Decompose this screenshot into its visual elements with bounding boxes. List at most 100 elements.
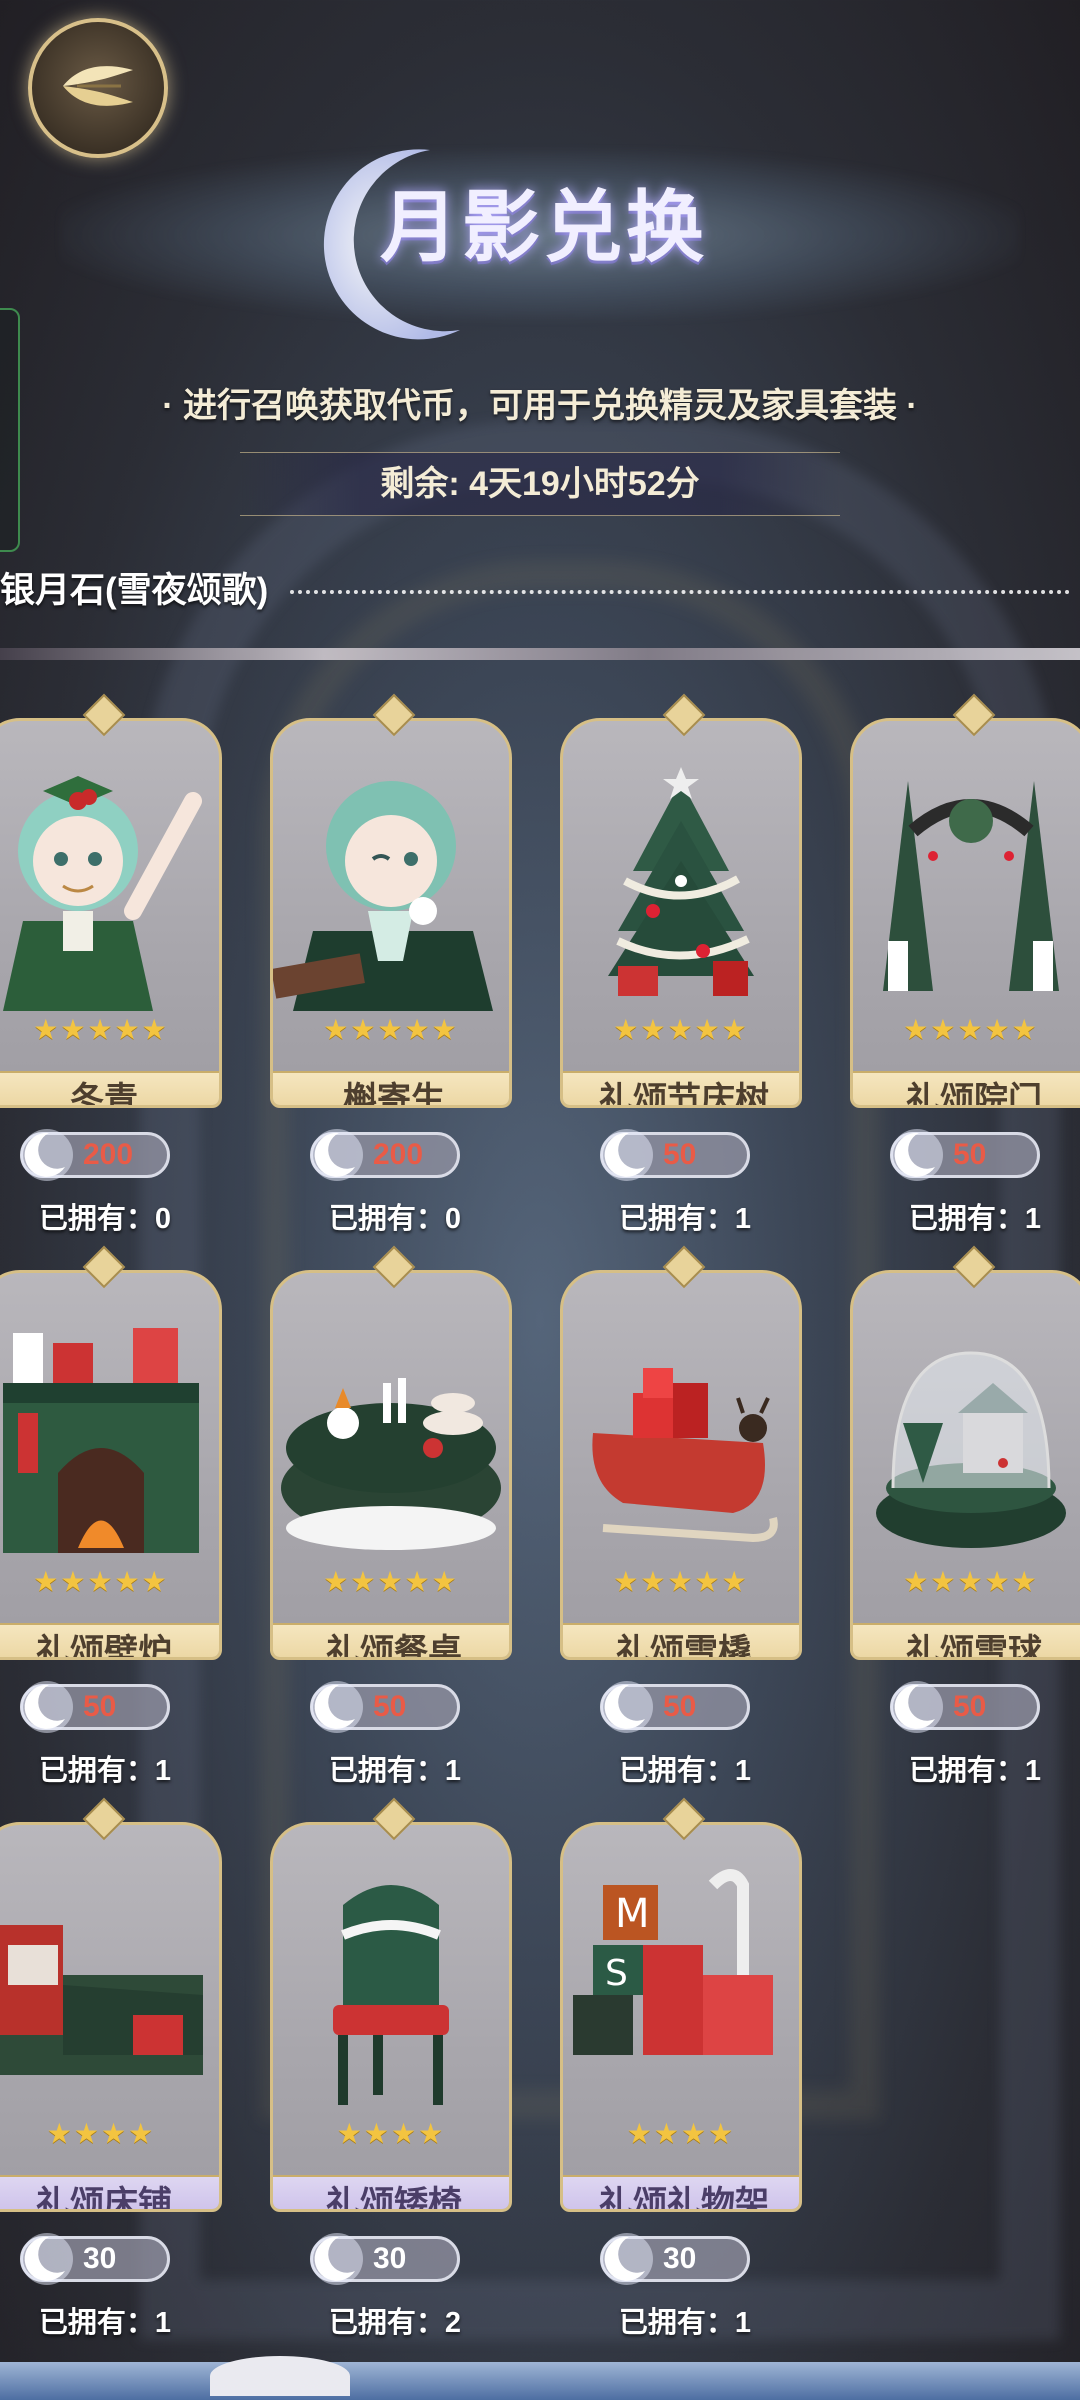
price-pill[interactable]: 50 <box>890 1129 1040 1181</box>
price-pill[interactable]: 200 <box>20 1129 170 1181</box>
star-rating: ★★★★★ <box>323 1566 459 1597</box>
crescent-moon-icon <box>19 1679 75 1735</box>
price-pill[interactable]: 30 <box>20 2233 170 2285</box>
item-name: 槲寄生 <box>273 1071 509 1105</box>
owned-count: 已拥有：1 <box>328 1755 462 1787</box>
price-value: 50 <box>953 1690 987 1723</box>
item-name: 礼颂节庆树 <box>563 1071 799 1105</box>
owned-count: 已拥有：1 <box>908 1755 1042 1787</box>
exchange-card[interactable]: ★★★★★ 礼颂餐桌 50 已拥有：1 <box>270 1245 520 1787</box>
crescent-moon-icon <box>309 1127 365 1183</box>
page-title: 月影兑换 <box>380 182 709 273</box>
crescent-moon-icon <box>889 1127 945 1183</box>
price-value: 200 <box>373 1138 424 1171</box>
card-frame: MS ★★★★ 礼颂礼物架 <box>560 1822 802 2212</box>
price-pill[interactable]: 50 <box>310 1681 460 1733</box>
card-frame: ★★★★★ 冬青 <box>0 718 222 1108</box>
card-frame: ★★★★★ 礼颂雪橇 <box>560 1270 802 1660</box>
card-frame: ★★★★★ 槲寄生 <box>270 718 512 1108</box>
owned-count: 已拥有：1 <box>618 1203 752 1235</box>
price-pill[interactable]: 30 <box>310 2233 460 2285</box>
item-name: 礼颂雪球 <box>853 1623 1080 1657</box>
top-divider-strip <box>0 648 1080 660</box>
leaf-wing-back-icon <box>59 56 137 121</box>
crescent-moon-icon <box>599 1679 655 1735</box>
exchange-card[interactable]: ★★★★ 礼颂床铺 30 已拥有：1 <box>0 1797 230 2339</box>
price-pill[interactable]: 50 <box>890 1681 1040 1733</box>
item-name: 礼颂床铺 <box>0 2175 219 2209</box>
item-art <box>273 1865 509 2115</box>
owned-count: 已拥有：1 <box>618 2307 752 2339</box>
exchange-card[interactable]: MS ★★★★ 礼颂礼物架 30 已拥有：1 <box>560 1797 810 2339</box>
currency-label: 银月石(雪夜颂歌) <box>0 571 269 610</box>
item-art <box>273 1313 509 1563</box>
exchange-card[interactable]: ★★★★★ 礼颂雪橇 50 已拥有：1 <box>560 1245 810 1787</box>
crescent-moon-icon <box>19 1127 75 1183</box>
price-pill[interactable]: 200 <box>310 1129 460 1181</box>
star-rating: ★★★★★ <box>903 1014 1039 1045</box>
bottom-banner <box>0 2356 1080 2400</box>
price-pill[interactable]: 30 <box>600 2233 750 2285</box>
item-art <box>853 761 1080 1011</box>
owned-count: 已拥有：2 <box>328 2307 462 2339</box>
card-frame: ★★★★★ 礼颂院门 <box>850 718 1080 1108</box>
item-name: 礼颂雪橇 <box>563 1623 799 1657</box>
crescent-moon-icon <box>599 1127 655 1183</box>
owned-count: 已拥有：1 <box>38 2307 172 2339</box>
price-value: 50 <box>83 1690 117 1723</box>
price-value: 50 <box>373 1690 407 1723</box>
price-value: 30 <box>373 2242 407 2275</box>
item-art: MS <box>563 1865 799 2115</box>
star-rating: ★★★★ <box>336 2118 446 2149</box>
card-frame: ★★★★★ 礼颂雪球 <box>850 1270 1080 1660</box>
star-rating: ★★★★★ <box>613 1014 749 1045</box>
price-pill[interactable]: 50 <box>600 1129 750 1181</box>
exchange-card[interactable]: ★★★★★ 礼颂节庆树 50 已拥有：1 <box>560 693 810 1235</box>
owned-count: 已拥有：1 <box>618 1755 752 1787</box>
exchange-card[interactable]: ★★★★★ 冬青 200 已拥有：0 <box>0 693 230 1235</box>
card-frame: ★★★★ 礼颂床铺 <box>0 1822 222 2212</box>
back-button[interactable] <box>28 18 168 158</box>
star-rating: ★★★★★ <box>903 1566 1039 1597</box>
price-value: 200 <box>83 1138 134 1171</box>
price-value: 30 <box>663 2242 697 2275</box>
crescent-moon-icon <box>19 2231 75 2287</box>
item-name: 礼颂礼物架 <box>563 2175 799 2209</box>
item-name: 礼颂院门 <box>853 1071 1080 1105</box>
side-tab[interactable] <box>0 308 20 552</box>
price-value: 50 <box>663 1690 697 1723</box>
price-value: 50 <box>953 1138 987 1171</box>
crescent-moon-icon <box>889 1679 945 1735</box>
card-frame: ★★★★★ 礼颂餐桌 <box>270 1270 512 1660</box>
card-frame: ★★★★★ 礼颂壁炉 <box>0 1270 222 1660</box>
item-art <box>0 1313 219 1563</box>
card-frame: ★★★★ 礼颂矮椅 <box>270 1822 512 2212</box>
exchange-card[interactable]: ★★★★★ 礼颂雪球 50 已拥有：1 <box>850 1245 1080 1787</box>
item-art <box>563 761 799 1011</box>
item-name: 礼颂壁炉 <box>0 1623 219 1657</box>
exchange-card[interactable]: ★★★★ 礼颂矮椅 30 已拥有：2 <box>270 1797 520 2339</box>
item-art <box>0 1865 219 2115</box>
item-art <box>273 761 509 1011</box>
star-rating: ★★★★ <box>626 2118 736 2149</box>
star-rating: ★★★★★ <box>33 1014 169 1045</box>
crescent-moon-icon <box>309 2231 365 2287</box>
exchange-card[interactable]: ★★★★★ 槲寄生 200 已拥有：0 <box>270 693 520 1235</box>
star-rating: ★★★★★ <box>613 1566 749 1597</box>
exchange-card[interactable]: ★★★★★ 礼颂院门 50 已拥有：1 <box>850 693 1080 1235</box>
item-art <box>0 761 219 1011</box>
svg-text:S: S <box>605 1953 628 1994</box>
exchange-card[interactable]: ★★★★★ 礼颂壁炉 50 已拥有：1 <box>0 1245 230 1787</box>
owned-count: 已拥有：0 <box>328 1203 462 1235</box>
divider-dotted <box>290 590 1070 594</box>
price-pill[interactable]: 50 <box>600 1681 750 1733</box>
item-name: 礼颂矮椅 <box>273 2175 509 2209</box>
star-rating: ★★★★★ <box>323 1014 459 1045</box>
star-rating: ★★★★★ <box>33 1566 169 1597</box>
owned-count: 已拥有：1 <box>38 1755 172 1787</box>
star-rating: ★★★★ <box>46 2118 156 2149</box>
countdown-timer: 剩余: 4天19小时52分 <box>240 452 840 516</box>
crescent-moon-icon <box>599 2231 655 2287</box>
owned-count: 已拥有：1 <box>908 1203 1042 1235</box>
price-pill[interactable]: 50 <box>20 1681 170 1733</box>
